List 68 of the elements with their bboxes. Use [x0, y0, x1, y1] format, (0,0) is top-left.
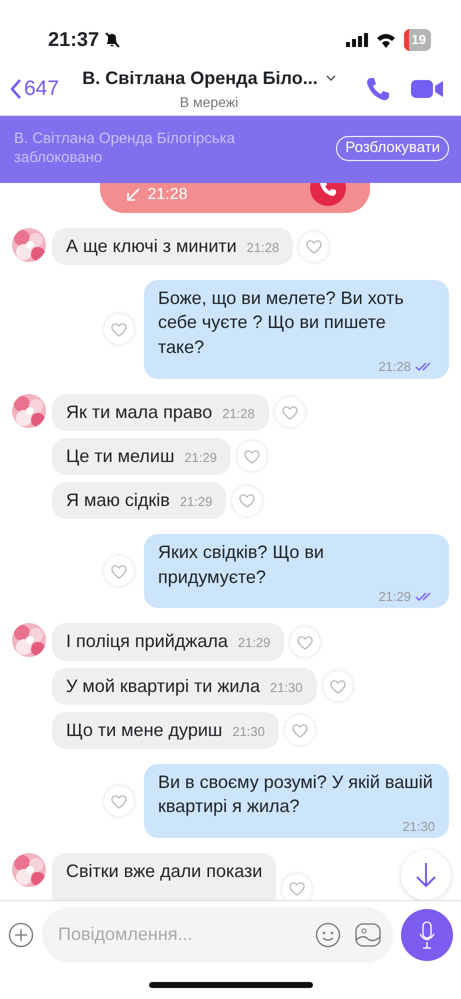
like-button[interactable] [104, 786, 134, 816]
message-time: 21:29 [238, 634, 270, 652]
muted-bell-icon [103, 31, 122, 49]
message-time: 21:29 [180, 493, 212, 512]
like-button[interactable] [290, 627, 320, 658]
heart-icon [110, 562, 128, 580]
message-time: 21:28 [222, 404, 255, 423]
contact-name[interactable]: В. Світлана Оренда Біло... [82, 64, 318, 92]
message-text: Я маю сідків [66, 489, 170, 512]
incoming-arrow-icon [126, 188, 140, 202]
voice-message-button[interactable] [401, 908, 453, 960]
message-text: Яких свідків? Що ви придумуєте? [158, 541, 325, 589]
phone-icon[interactable] [365, 76, 391, 102]
phone-icon [318, 183, 336, 197]
message-input[interactable]: Повідомлення... [56, 920, 301, 949]
heart-icon [328, 678, 347, 695]
message-text: Ви в своєму розумі? У якій вашій квартирі я жила? [158, 770, 434, 818]
message-text: А ще ключі з минити [66, 235, 237, 258]
message-text: Це ти мелиш [66, 444, 174, 468]
back-chevron-icon [10, 78, 22, 100]
blocked-notice: В. Світлана Оренда Білогірська заблоковано [14, 130, 236, 168]
message-time: 21:30 [232, 722, 265, 741]
message-text: У мой квартирі ти жила [66, 674, 260, 698]
call-time: 21:28 [148, 185, 188, 205]
message-time: 21:29 [184, 448, 217, 467]
image-icon[interactable] [355, 922, 381, 946]
like-button[interactable] [322, 671, 353, 702]
battery-indicator: 19 [404, 29, 431, 51]
heart-icon [238, 492, 256, 510]
heart-icon [288, 880, 306, 898]
like-button[interactable] [236, 441, 267, 472]
back-link[interactable]: 647 [10, 72, 60, 104]
like-button[interactable] [104, 314, 134, 344]
message-field[interactable]: Повідомлення... [42, 906, 393, 962]
online-status: В мережі [180, 92, 238, 112]
microphone-icon [418, 920, 436, 948]
like-button[interactable] [274, 397, 305, 428]
like-button[interactable] [282, 874, 312, 900]
status-time: 21:37 [48, 28, 100, 53]
message-text: Як ти мала право [66, 400, 212, 424]
heart-icon [242, 448, 261, 465]
wifi-icon [376, 32, 396, 48]
message-time: 21:29 [378, 588, 411, 604]
heart-icon [290, 722, 309, 739]
message-text: Світки вже дали покази [66, 860, 262, 884]
heart-icon [110, 792, 128, 810]
smiley-icon[interactable] [315, 922, 341, 948]
signal-icon [346, 33, 368, 47]
add-icon[interactable] [8, 922, 34, 948]
message-time: 21:28 [246, 239, 280, 257]
down-arrow-icon [415, 862, 437, 888]
like-button[interactable] [232, 486, 262, 516]
message-text: І поліця прийджала [66, 630, 228, 654]
scroll-down-button[interactable] [401, 850, 451, 900]
message-time: 21:30 [402, 818, 435, 834]
heart-icon [296, 634, 314, 651]
unblock-button[interactable]: Розблокувати [336, 136, 449, 161]
message-time: 21:30 [270, 678, 303, 697]
message-text: Боже, що ви мелете? Ви хоть себе чуєте ? Що ви пишете таке? [158, 287, 405, 359]
chevron-down-icon [326, 75, 336, 81]
message-text: Що ти мене дуриш [66, 718, 222, 742]
like-button[interactable] [299, 232, 330, 262]
like-button[interactable] [284, 715, 315, 746]
message-time: 21:28 [378, 359, 411, 375]
heart-icon [305, 238, 324, 256]
heart-icon [110, 320, 128, 338]
heart-icon [280, 404, 299, 421]
like-button[interactable] [104, 556, 134, 586]
